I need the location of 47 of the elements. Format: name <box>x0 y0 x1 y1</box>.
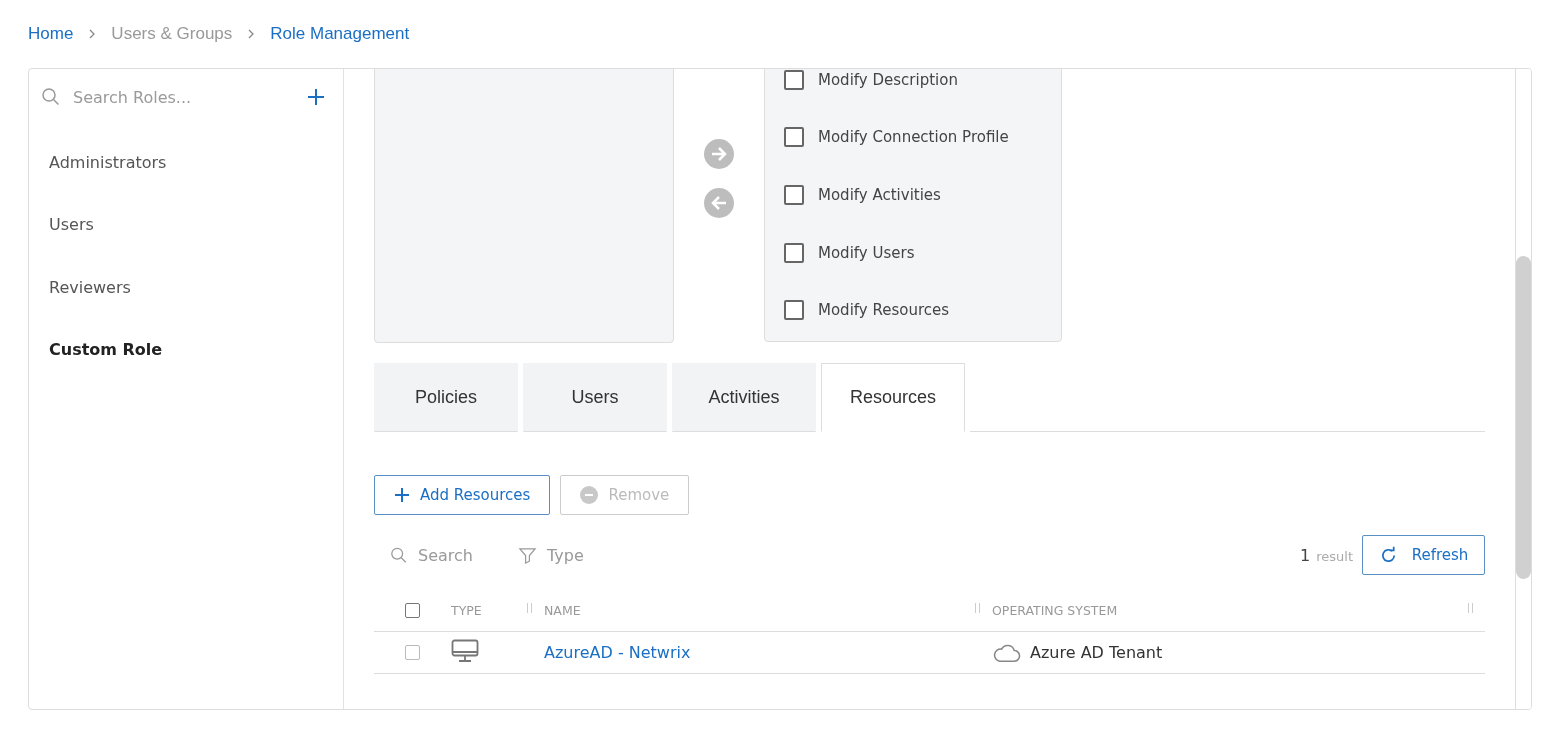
result-label: result <box>1316 549 1353 564</box>
breadcrumb-link[interactable]: Home <box>28 24 74 44</box>
filter-icon <box>518 545 537 565</box>
select-all-checkbox[interactable] <box>405 603 420 618</box>
tab[interactable]: Resources <box>821 363 965 432</box>
checkbox[interactable] <box>784 69 804 90</box>
checkbox[interactable] <box>784 300 804 321</box>
monitor-icon <box>451 638 479 663</box>
tab[interactable]: Users <box>523 363 667 432</box>
plus-icon <box>307 88 325 106</box>
minus-circle-icon <box>580 486 599 504</box>
column-header[interactable]: NAME <box>544 603 581 618</box>
table-cell: Azure AD Tenant <box>1030 643 1163 662</box>
tab[interactable]: Policies <box>374 363 518 432</box>
type-filter-button[interactable]: Type <box>512 544 590 566</box>
scrollbar-thumb[interactable] <box>1516 256 1531 579</box>
search-icon <box>390 545 408 565</box>
column-header[interactable]: TYPE <box>451 603 482 618</box>
search-icon <box>41 87 61 107</box>
arrow-left-icon <box>704 187 734 218</box>
arrow-right-icon <box>704 138 734 169</box>
resource-link[interactable]: AzureAD - Netwrix <box>544 643 691 662</box>
checkbox[interactable] <box>784 127 804 148</box>
result-count: 1 <box>1300 545 1311 565</box>
breadcrumb-link[interactable]: Users & Groups <box>111 24 233 44</box>
role-item[interactable]: Users <box>29 193 343 256</box>
checkbox[interactable] <box>784 185 804 205</box>
cloud-icon <box>992 642 1021 663</box>
role-item[interactable]: Custom Role <box>29 318 343 381</box>
permission-label: Modify Description <box>818 70 958 89</box>
permission-label: Modify Connection Profile <box>818 128 1009 147</box>
search-field[interactable]: Search Roles... <box>71 86 225 108</box>
role-item[interactable]: Reviewers <box>29 256 343 319</box>
refresh-button[interactable]: Refresh <box>1362 535 1485 575</box>
permission-label: Modify Users <box>818 243 915 262</box>
breadcrumb-link[interactable]: Role Management <box>270 24 410 44</box>
column-header[interactable]: OPERATING SYSTEM <box>992 603 1118 618</box>
plus-icon <box>394 487 410 503</box>
tab[interactable]: Activities <box>672 363 816 432</box>
row-checkbox[interactable] <box>405 645 420 660</box>
permission-label: Modify Resources <box>818 301 950 320</box>
search-field[interactable]: Search <box>416 544 500 566</box>
add-resources-button[interactable]: Add Resources <box>374 475 551 515</box>
role-item[interactable]: Administrators <box>29 131 343 194</box>
checkbox[interactable] <box>784 242 804 263</box>
permission-label: Modify Activities <box>818 186 941 204</box>
add-role-button[interactable] <box>307 88 325 106</box>
